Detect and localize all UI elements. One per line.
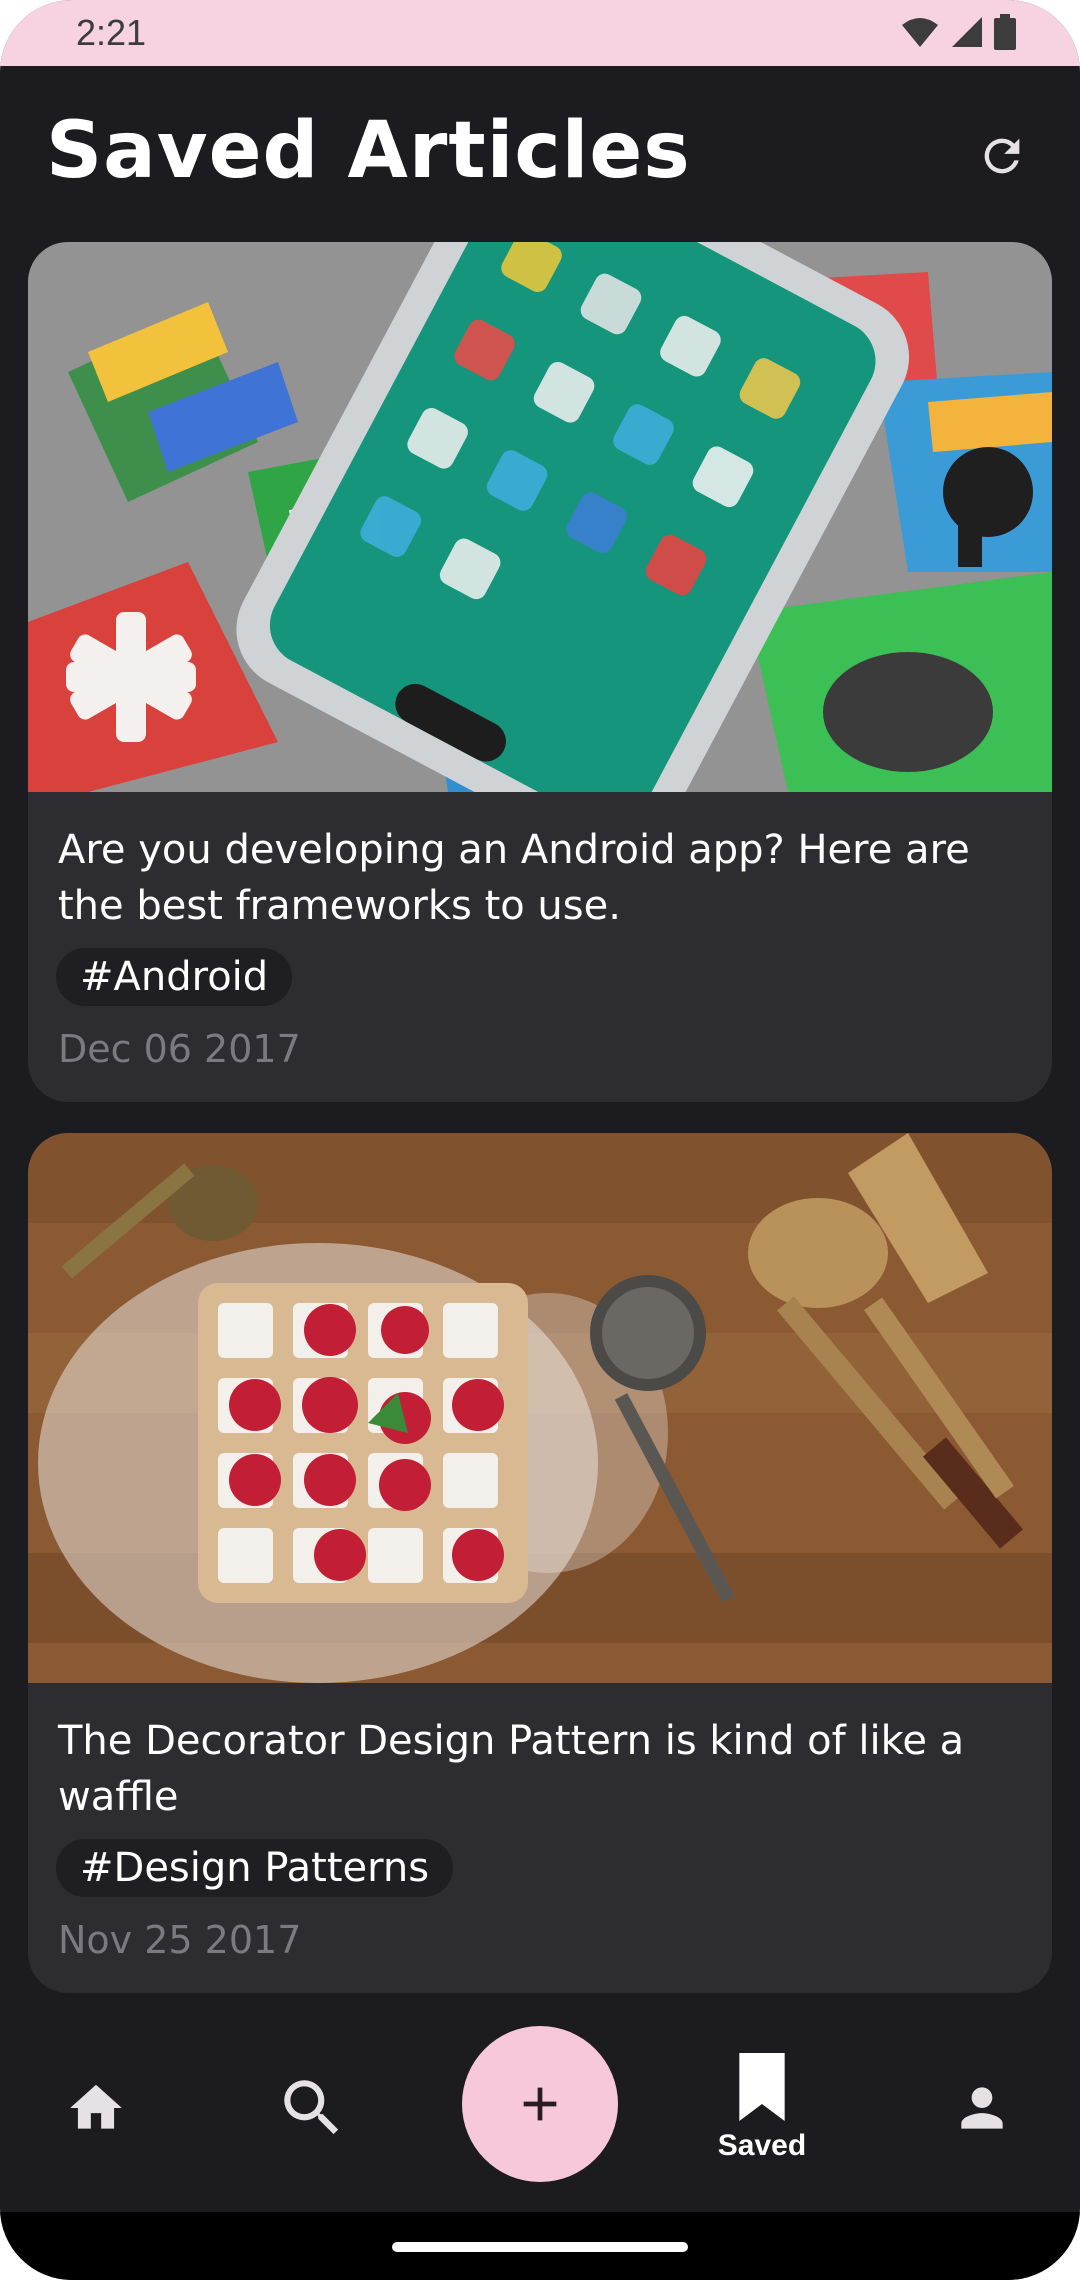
signal-icon <box>952 17 982 47</box>
article-tag-chip[interactable]: #Design Patterns <box>56 1839 454 1897</box>
bottom-navigation: Saved <box>0 2008 1080 2208</box>
add-icon <box>523 2087 557 2121</box>
article-card[interactable]: Are you developing an Android app? Here … <box>28 242 1052 1102</box>
wifi-icon <box>902 18 938 47</box>
article-tag-chip[interactable]: #Android <box>56 948 293 1006</box>
status-bar: 2:21 <box>0 0 1080 66</box>
article-date: Dec 06 2017 <box>58 1027 301 1071</box>
nav-profile[interactable] <box>892 2008 1072 2208</box>
article-card[interactable]: The Decorator Design Pattern is kind of … <box>28 1133 1052 1993</box>
battery-icon <box>994 14 1016 50</box>
article-image-android <box>28 242 1052 792</box>
nav-saved-label: Saved <box>717 2129 807 2162</box>
app-header: Saved Articles <box>0 66 1080 236</box>
article-title: Are you developing an Android app? Here … <box>58 827 970 929</box>
home-icon <box>70 2084 122 2129</box>
nav-saved[interactable]: Saved <box>672 2008 852 2208</box>
nav-home[interactable] <box>6 2008 186 2208</box>
refresh-icon <box>984 138 1020 174</box>
status-time: 2:21 <box>76 12 147 53</box>
phone-screen: 2:21 Saved Articles Are you developing a… <box>0 0 1080 2280</box>
status-icons <box>900 14 1016 50</box>
add-article-button[interactable] <box>462 2026 618 2182</box>
article-image-waffle <box>28 1133 1052 1683</box>
nav-search[interactable] <box>222 2008 402 2208</box>
page-title: Saved Articles <box>46 106 691 196</box>
article-title: The Decorator Design Pattern is kind of … <box>58 1718 965 1820</box>
profile-icon <box>961 2087 1003 2129</box>
search-icon <box>284 2080 339 2135</box>
gesture-navigation-area <box>0 2212 1080 2280</box>
home-gesture-bar[interactable] <box>392 2242 688 2252</box>
refresh-button[interactable] <box>970 124 1034 188</box>
article-date: Nov 25 2017 <box>58 1918 302 1962</box>
bookmark-icon <box>739 2053 785 2121</box>
